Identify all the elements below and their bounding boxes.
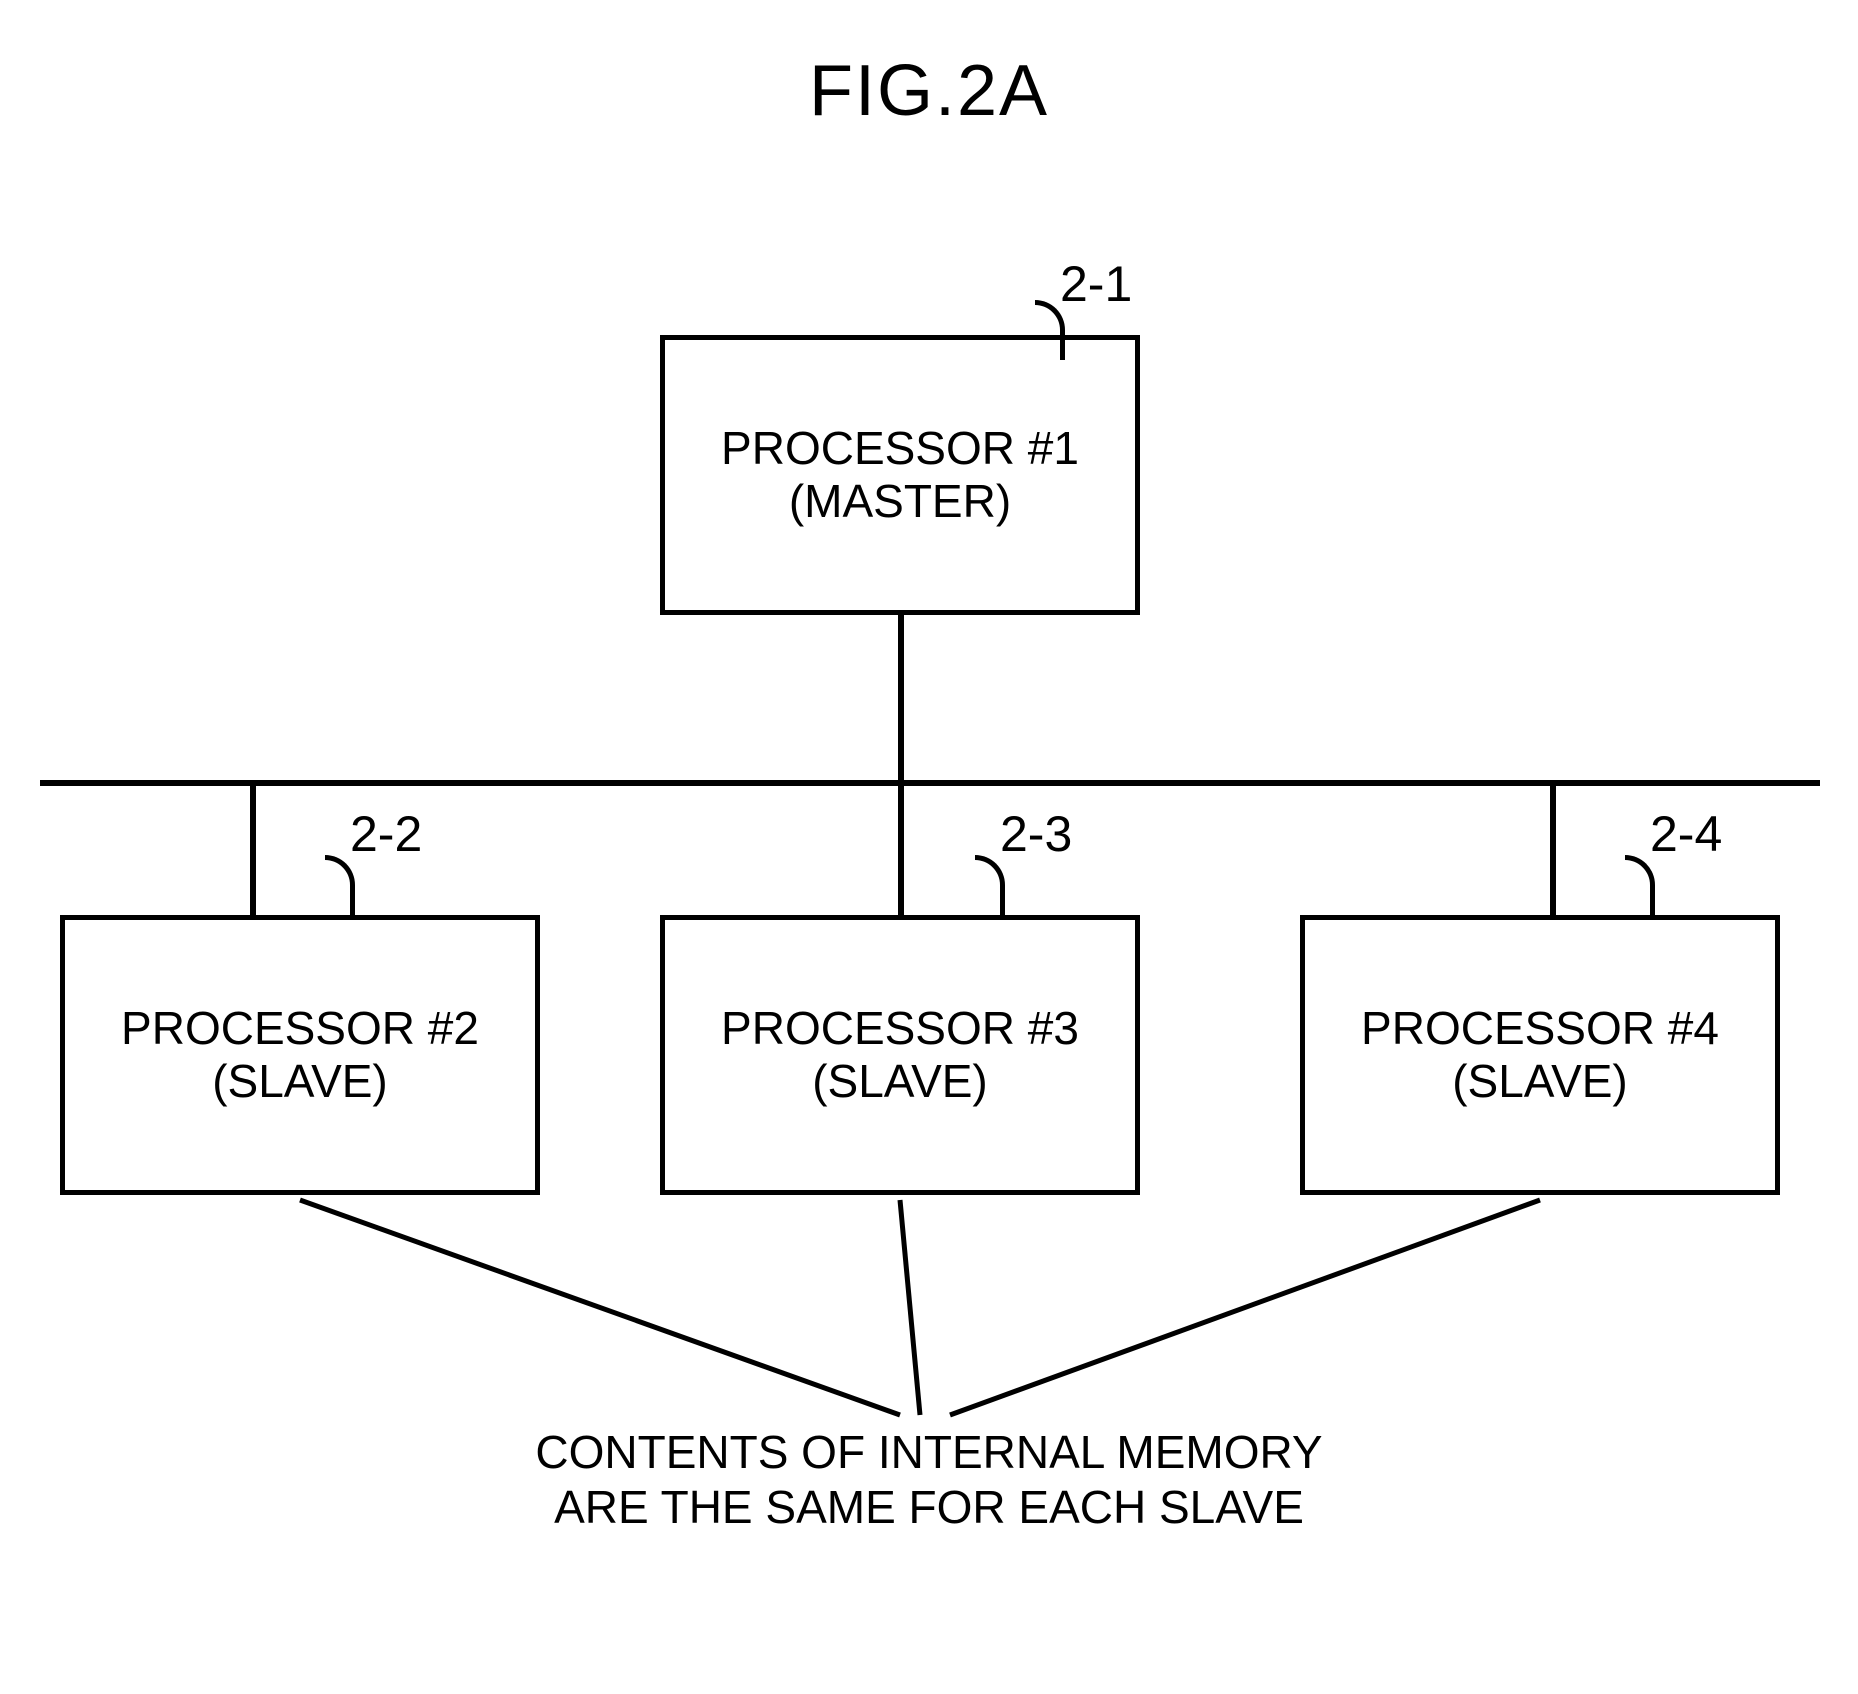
- slave-2-ref-leader: [975, 855, 1005, 915]
- processor-slave-3-box: PROCESSOR #4 (SLAVE): [1300, 915, 1780, 1195]
- slave-1-line2: (SLAVE): [65, 1055, 535, 1108]
- slave-3-line1: PROCESSOR #4: [1305, 1002, 1775, 1055]
- slave-3-ref-label: 2-4: [1650, 805, 1722, 863]
- master-ref-label: 2-1: [1060, 255, 1132, 313]
- master-line2: (MASTER): [665, 475, 1135, 528]
- processor-slave-2-box: PROCESSOR #3 (SLAVE): [660, 915, 1140, 1195]
- link-slave-1: [250, 786, 256, 916]
- processor-master-box: PROCESSOR #1 (MASTER): [660, 335, 1140, 615]
- slave-1-ref-label: 2-2: [350, 805, 422, 863]
- master-line1: PROCESSOR #1: [665, 422, 1135, 475]
- slave-1-ref-leader: [325, 855, 355, 915]
- slave-2-ref-label: 2-3: [1000, 805, 1072, 863]
- caption-line2: ARE THE SAME FOR EACH SLAVE: [0, 1480, 1858, 1535]
- figure-title: FIG.2A: [0, 50, 1858, 132]
- slave-3-ref-leader: [1625, 855, 1655, 915]
- slave-1-line1: PROCESSOR #2: [65, 1002, 535, 1055]
- slave-3-line2: (SLAVE): [1305, 1055, 1775, 1108]
- link-slave-3: [1550, 786, 1556, 916]
- processor-slave-1-box: PROCESSOR #2 (SLAVE): [60, 915, 540, 1195]
- caption-line1: CONTENTS OF INTERNAL MEMORY: [0, 1425, 1858, 1480]
- link-slave-2: [898, 786, 904, 916]
- link-master-to-bus: [898, 615, 904, 780]
- slave-2-line1: PROCESSOR #3: [665, 1002, 1135, 1055]
- slave-2-line2: (SLAVE): [665, 1055, 1135, 1108]
- caption: CONTENTS OF INTERNAL MEMORY ARE THE SAME…: [0, 1425, 1858, 1535]
